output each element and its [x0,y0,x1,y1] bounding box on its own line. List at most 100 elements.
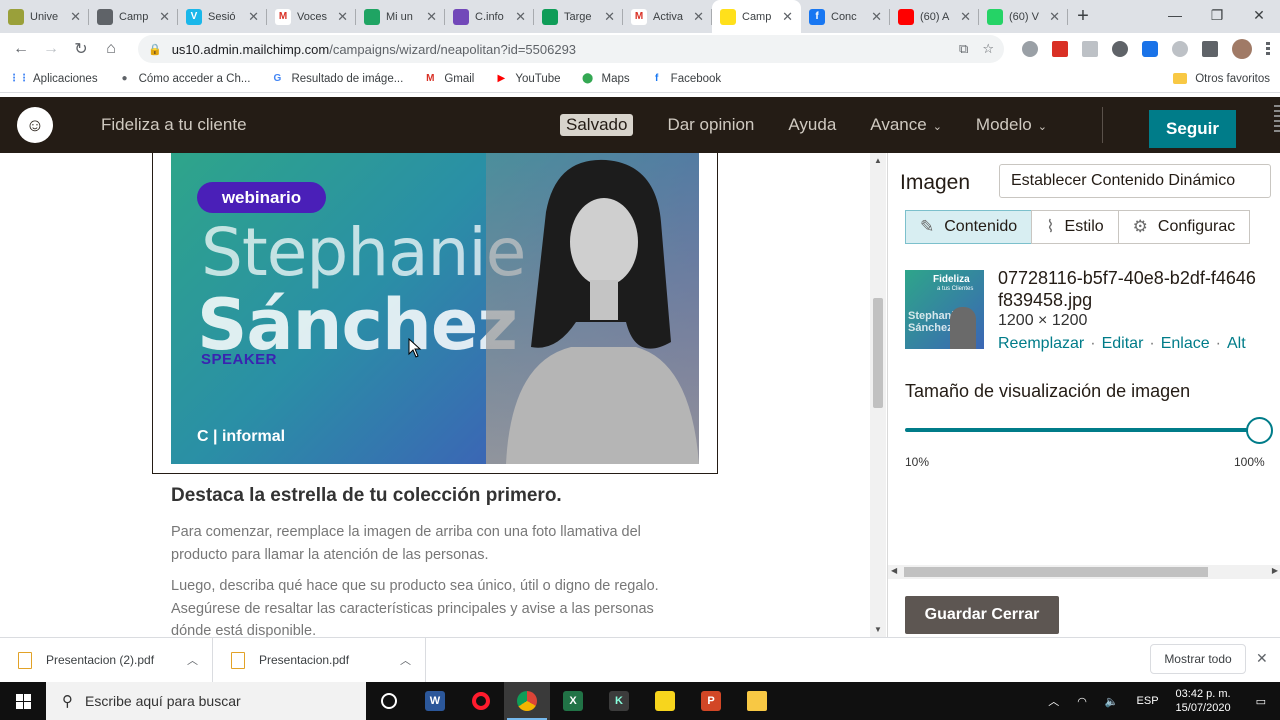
link-link[interactable]: Enlace [1161,335,1210,352]
powerpoint-icon[interactable]: P [688,682,734,720]
scroll-up-icon[interactable]: ▲ [874,156,882,165]
panel-horizontal-scrollbar[interactable]: ◀ ▶ [888,565,1280,579]
extension-icon[interactable] [1022,41,1038,57]
bookmark-item[interactable]: ▶ YouTube [494,72,560,86]
extension-icon[interactable] [1142,41,1158,57]
help-link[interactable]: Ayuda [788,115,836,135]
puzzle-icon[interactable] [1202,41,1218,57]
browser-tab[interactable]: (60) V ✕ [979,0,1068,33]
download-item[interactable]: Presentacion (2).pdf ︿ [0,637,213,683]
display-size-slider-handle[interactable] [1246,417,1273,444]
tab-close-icon[interactable]: ✕ [1049,9,1060,25]
extension-icon[interactable] [1082,41,1098,57]
opera-icon[interactable] [458,682,504,720]
browser-tab[interactable]: Camp ✕ [712,0,801,33]
close-downloads-icon[interactable]: ✕ [1256,650,1268,667]
bookmark-item[interactable]: G Resultado de imáge... [270,72,404,86]
chrome-icon[interactable] [504,682,550,720]
volume-icon[interactable]: 🔈 [1105,695,1119,708]
scrollbar-thumb[interactable] [873,298,883,408]
translate-icon[interactable]: ⧉ [959,41,968,57]
body-paragraph-2[interactable]: Luego, describa qué hace que su producto… [171,575,691,637]
tab-close-icon[interactable]: ✕ [426,9,437,25]
extension-icon[interactable] [1052,41,1068,57]
reload-icon[interactable]: ↻ [66,39,96,59]
feedback-link[interactable]: Dar opinion [667,115,754,135]
mailchimp-logo-icon[interactable]: ☺ [17,107,53,143]
body-paragraph-1[interactable]: Para comenzar, reemplace la imagen de ar… [171,521,691,566]
other-bookmarks[interactable]: Otros favoritos [1173,73,1270,85]
extension-icon[interactable] [1112,41,1128,57]
avatar[interactable] [1232,39,1252,59]
download-item[interactable]: Presentacion.pdf ︿ [213,637,426,683]
tab-close-icon[interactable]: ✕ [248,9,259,25]
forward-icon[interactable]: → [36,40,66,58]
tab-close-icon[interactable]: ✕ [871,9,882,25]
back-icon[interactable]: ← [6,40,36,58]
tab-close-icon[interactable]: ✕ [960,9,971,25]
tab-content[interactable]: ✎ Contenido [905,210,1033,244]
browser-tab[interactable]: V Sesió ✕ [178,0,267,33]
continue-button[interactable]: Seguir [1149,110,1236,148]
save-close-button[interactable]: Guardar Cerrar [905,596,1059,634]
file-explorer-icon[interactable] [734,682,780,720]
tab-settings[interactable]: ⚙ Configurac [1117,210,1251,244]
scrollbar-thumb[interactable] [904,567,1208,577]
app-icon[interactable]: K [596,682,642,720]
browser-tab[interactable]: f Conc ✕ [801,0,890,33]
chevron-up-icon[interactable]: ︿ [1048,693,1059,709]
new-tab-button[interactable]: + [1068,0,1098,33]
task-view-icon[interactable] [366,682,412,720]
scroll-left-icon[interactable]: ◀ [891,566,897,575]
image-thumbnail[interactable]: Fideliza a tus Clientes Stephanie Sánche… [905,270,984,349]
browser-tab[interactable]: (60) A ✕ [890,0,979,33]
dynamic-content-button[interactable]: Establecer Contenido Dinámico [999,164,1271,198]
excel-icon[interactable]: X [550,682,596,720]
display-size-slider-track[interactable] [905,428,1265,432]
taskbar-search[interactable]: ⚲ Escribe aquí para buscar [46,682,366,720]
bookmark-item[interactable]: ● Cómo acceder a Ch... [118,72,251,86]
chevron-up-icon[interactable]: ︿ [187,652,198,668]
tab-close-icon[interactable]: ✕ [604,9,615,25]
canvas-scrollbar[interactable]: ▲ ▼ [870,153,886,637]
hero-image[interactable]: webinario Stephanie Sánchez SPEAKER C | … [171,153,699,464]
address-bar[interactable]: 🔒 us10.admin.mailchimp.com/campaigns/wiz… [138,35,1004,63]
template-menu[interactable]: Modelo ⌄ [976,115,1047,135]
home-icon[interactable]: ⌂ [96,40,126,58]
windows-start-button[interactable] [0,693,46,709]
tab-close-icon[interactable]: ✕ [515,9,526,25]
bookmark-item[interactable]: ⋮⋮ Aplicaciones [9,72,98,86]
replace-link[interactable]: Reemplazar [998,335,1084,352]
tab-close-icon[interactable]: ✕ [70,9,81,25]
browser-tab[interactable]: M Voces ✕ [267,0,356,33]
menu-dots-icon[interactable] [1266,42,1270,56]
section-heading[interactable]: Destaca la estrella de tu colección prim… [171,485,562,507]
chevron-up-icon[interactable]: ︿ [400,652,411,668]
browser-tab[interactable]: Targe ✕ [534,0,623,33]
restore-icon[interactable]: ❐ [1196,0,1238,30]
word-icon[interactable]: W [412,682,458,720]
browser-tab[interactable]: C.info ✕ [445,0,534,33]
language-indicator[interactable]: ESP [1137,695,1159,707]
browser-tab[interactable]: M Activa ✕ [623,0,712,33]
tab-style[interactable]: ⌇ Estilo [1031,210,1119,244]
tab-close-icon[interactable]: ✕ [337,9,348,25]
sticky-notes-icon[interactable] [642,682,688,720]
bookmark-item[interactable]: ⬤ Maps [581,72,630,86]
scroll-down-icon[interactable]: ▼ [874,625,882,634]
scroll-right-icon[interactable]: ▶ [1272,566,1278,575]
selected-image-block[interactable]: webinario Stephanie Sánchez SPEAKER C | … [152,153,718,474]
clock[interactable]: 03:42 p. m. 15/07/2020 [1176,687,1231,715]
close-window-icon[interactable]: ✕ [1238,0,1280,30]
tab-close-icon[interactable]: ✕ [159,9,170,25]
preview-menu[interactable]: Avance ⌄ [870,115,942,135]
lock-icon[interactable]: 🔒 [148,43,162,56]
alt-link[interactable]: Alt [1227,335,1246,352]
browser-tab[interactable]: Camp ✕ [89,0,178,33]
wifi-icon[interactable]: ◠ [1077,695,1087,708]
browser-tab[interactable]: Mi un ✕ [356,0,445,33]
bookmark-item[interactable]: M Gmail [423,72,474,86]
notifications-icon[interactable]: ▭ [1256,695,1266,708]
show-all-downloads-button[interactable]: Mostrar todo [1150,644,1246,674]
bookmark-star-icon[interactable]: ☆ [982,41,994,57]
